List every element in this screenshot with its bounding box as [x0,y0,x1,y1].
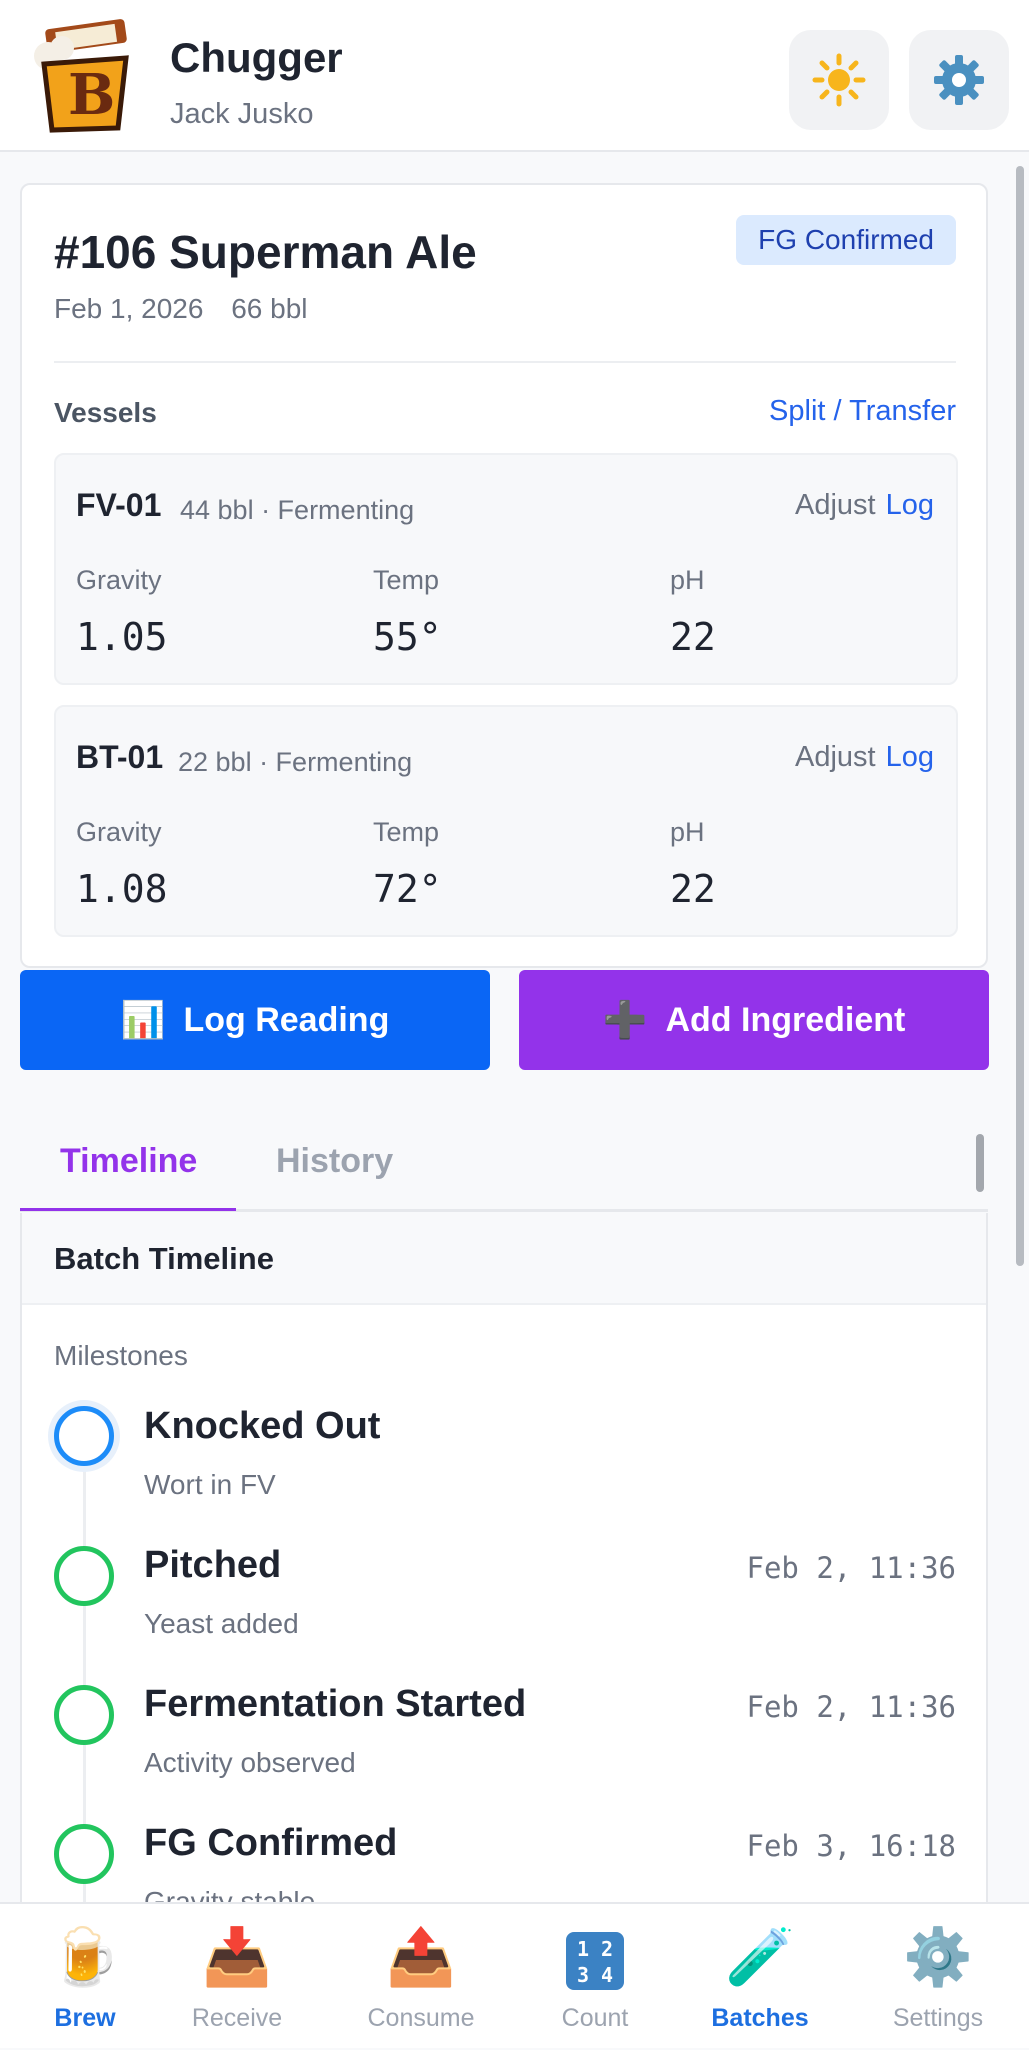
app-header: B Chugger Jack Jusko [0,0,1029,152]
ph-value: 22 [670,615,716,659]
vessel-card: FV-01 44 bbl · Fermenting Adjust Log Grav… [54,453,958,685]
milestone-marker [54,1824,114,1884]
nav-label: Consume [367,2004,475,2032]
inbox-icon: 📥 [202,1925,272,1988]
temp-label: Temp [373,565,440,595]
batch-meta: Feb 1, 2026 66 bbl [54,293,308,325]
numbers-icon-glyph: 1 2 3 4 [566,1932,624,1990]
timeline-title: Batch Timeline [54,1241,274,1276]
divider [54,361,956,363]
timeline-header: Batch Timeline [22,1213,986,1305]
vessel-name: BT-01 [76,739,164,775]
milestone-subtitle: Yeast added [144,1608,299,1639]
vessel-actions: Adjust Log [795,741,934,774]
milestone-title: Pitched [144,1544,282,1586]
ph-value: 22 [670,867,716,911]
log-link[interactable]: Log [886,741,934,773]
nav-batches[interactable]: 🧪 Batches [675,1904,845,2050]
temp-value: 72° [373,867,442,911]
test-tube-icon: 🧪 [725,1925,795,1988]
outbox-icon: 📤 [386,1925,456,1988]
bar-chart-icon: 📊 [120,999,166,1040]
vessel-name: FV-01 [76,487,162,523]
ph-label: pH [670,817,705,847]
nav-label: Settings [892,2004,984,2032]
milestone-title: Knocked Out [144,1405,381,1447]
batch-title: #106 Superman Ale [54,226,477,278]
nav-brew[interactable]: 🍺 Brew [0,1904,170,2050]
milestone-marker-current [54,1406,114,1466]
sun-icon [812,53,866,107]
app-logo: B [34,19,129,133]
batch-volume: 66 bbl [231,293,308,324]
active-tab-indicator [20,1208,236,1211]
add-ingredient-button[interactable]: ➕ Add Ingredient [519,970,989,1070]
gravity-value: 1.05 [76,615,168,659]
gravity-label: Gravity [76,817,162,847]
gear-icon [934,55,984,105]
bottom-nav: 🍺 Brew 📥 Receive 📤 Consume 1 2 3 4 Count… [0,1902,1029,2048]
plus-icon: ➕ [602,999,648,1040]
tab-history[interactable]: History [276,1142,393,1181]
tab-timeline[interactable]: Timeline [60,1142,197,1181]
numbers-icon: 1 2 3 4 [510,1932,680,1990]
temp-value: 55° [373,615,442,659]
adjust-link[interactable]: Adjust [795,741,876,773]
milestone-time: Feb 2, 11:36 [746,1551,956,1585]
status-badge: FG Confirmed [736,215,956,265]
milestones-label: Milestones [54,1340,188,1371]
log-reading-button[interactable]: 📊 Log Reading [20,970,490,1070]
milestone-marker [54,1546,114,1606]
milestone-title: Fermentation Started [144,1683,527,1725]
gravity-value: 1.08 [76,867,168,911]
gear-icon: ⚙️ [903,1925,973,1988]
add-ingredient-label: Add Ingredient [665,1000,906,1039]
nav-receive[interactable]: 📥 Receive [152,1904,322,2050]
nav-label: Count [561,2004,629,2032]
page-scrollbar[interactable] [1016,166,1024,1266]
vessel-card: BT-01 22 bbl · Fermenting Adjust Log Grav… [54,705,958,937]
vessels-label: Vessels [54,397,157,428]
nav-consume[interactable]: 📤 Consume [336,1904,506,2050]
vessel-actions: Adjust Log [795,489,934,522]
theme-toggle-button[interactable] [789,30,889,130]
milestone-marker [54,1685,114,1745]
nav-settings[interactable]: ⚙️ Settings [853,1904,1023,2050]
ph-label: pH [670,565,705,595]
milestone-subtitle: Wort in FV [144,1469,276,1500]
log-reading-label: Log Reading [183,1000,390,1039]
nav-label: Brew [54,2004,116,2032]
milestone-time: Feb 2, 11:36 [746,1690,956,1724]
timeline-panel: Batch Timeline Milestones Knocked Out Wo… [20,1213,988,1913]
split-transfer-link[interactable]: Split / Transfer [769,395,956,428]
settings-button[interactable] [909,30,1009,130]
app-title: Chugger [170,34,343,81]
milestone-time: Feb 3, 16:18 [746,1829,956,1863]
temp-label: Temp [373,817,440,847]
batch-date: Feb 1, 2026 [54,293,204,324]
user-name: Jack Jusko [170,98,314,130]
gravity-label: Gravity [76,565,162,595]
adjust-link[interactable]: Adjust [795,489,876,521]
milestone-title: FG Confirmed [144,1822,398,1864]
nav-label: Batches [711,2004,809,2032]
nav-count[interactable]: 1 2 3 4 Count [510,1904,680,2050]
milestone-subtitle: Activity observed [144,1747,356,1778]
nav-label: Receive [191,2004,283,2032]
vessel-info: 44 bbl · Fermenting [180,495,415,525]
tab-bar: Timeline History [20,1120,988,1212]
vessel-info: 22 bbl · Fermenting [178,747,413,777]
beer-icon: 🍺 [50,1925,120,1988]
svg-text:B: B [68,62,115,128]
tab-scrollbar[interactable] [976,1134,984,1192]
batch-card: #106 Superman Ale FG Confirmed Feb 1, 20… [20,183,988,968]
log-link[interactable]: Log [886,489,934,521]
